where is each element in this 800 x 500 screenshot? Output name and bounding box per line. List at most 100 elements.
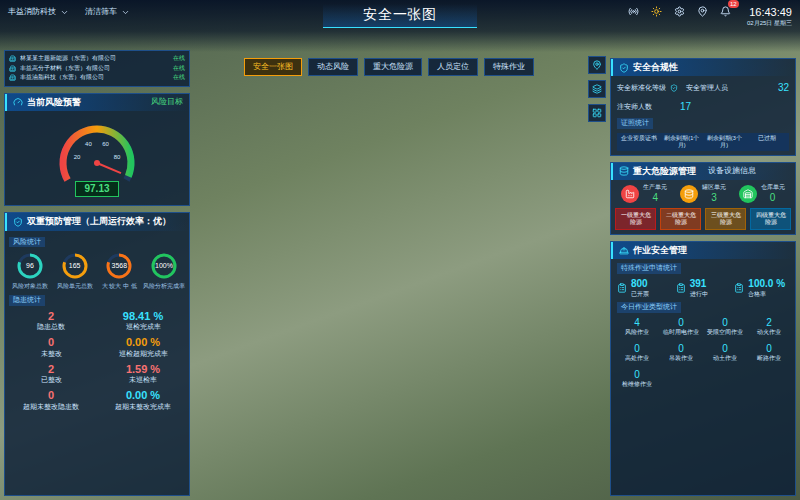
sun-icon[interactable] xyxy=(651,6,662,17)
summary-value: 800 xyxy=(631,278,649,291)
risk-warning-card: 当前风险预警风险目标2040608097.13 xyxy=(4,93,190,207)
chevron-down-icon xyxy=(121,8,130,17)
work-type[interactable]: 0受限空间作业 xyxy=(705,317,745,337)
risk-stat: 100%风险分析完成率 xyxy=(143,251,185,291)
tab[interactable]: 特殊作业 xyxy=(484,58,534,76)
risk-gauge: 2040608097.13 xyxy=(5,115,189,198)
hazard-label: 已整改 xyxy=(41,376,62,385)
building-icon xyxy=(9,65,16,72)
tool-button[interactable] xyxy=(588,80,606,98)
hazard-level-button[interactable]: 四级重大危险源 xyxy=(750,208,791,230)
chevron-down-icon xyxy=(60,8,69,17)
work-type[interactable]: 0吊装作业 xyxy=(661,343,701,363)
ring-label: 大 较大 中 低 xyxy=(102,283,137,291)
unit-stat[interactable]: 仓库单元0 xyxy=(739,184,785,204)
sub-title: 隐患统计 xyxy=(9,295,45,306)
company-row[interactable]: 丰益油脂科技（东营）有限公司在线 xyxy=(9,74,185,82)
building-icon xyxy=(9,55,16,62)
tab-bar: 安全一张图动态风险重大危险源人员定位特殊作业 xyxy=(244,58,534,76)
section-icon xyxy=(13,217,23,227)
company-row[interactable]: 林某某主题新能源（东营）有限公司在线 xyxy=(9,55,185,63)
unit-icon xyxy=(625,189,635,199)
work-type-value: 0 xyxy=(678,317,684,330)
ring-value: 96 xyxy=(15,251,45,281)
hazard-stat: 0.00 %超期未整改完成率 xyxy=(101,389,185,412)
work-type-label: 受限空间作业 xyxy=(707,329,743,337)
work-summary: 800已开票 xyxy=(617,278,672,298)
work-type[interactable]: 0检维修作业 xyxy=(617,369,657,389)
section-title: 双重预防管理（上周运行效率：优） xyxy=(27,216,171,227)
hazard-level-button[interactable]: 一级重大危险源 xyxy=(615,208,656,230)
unit-stat[interactable]: 罐区单元3 xyxy=(680,184,726,204)
unit-label: 仓库单元 xyxy=(761,184,785,192)
hazard-label: 超期未整改完成率 xyxy=(115,403,171,412)
hazard-level-button[interactable]: 二级重大危险源 xyxy=(660,208,701,230)
hazard-label: 未巡检率 xyxy=(129,376,157,385)
ring-value: 100% xyxy=(149,251,179,281)
tool-icon xyxy=(592,108,602,118)
section-subtitle[interactable]: 设备设施信息 xyxy=(708,166,756,176)
hazard-value: 2 xyxy=(48,363,54,377)
work-type[interactable]: 0高处作业 xyxy=(617,343,657,363)
section-title: 安全合规性 xyxy=(633,62,678,73)
sub-title: 证照统计 xyxy=(617,118,653,129)
work-type[interactable]: 0动土作业 xyxy=(705,343,745,363)
svg-text:20: 20 xyxy=(74,153,81,159)
staff-value: 17 xyxy=(680,99,691,114)
work-type-label: 风险作业 xyxy=(625,329,649,337)
bell-icon[interactable] xyxy=(720,6,731,17)
work-type[interactable]: 2动火作业 xyxy=(749,317,789,337)
unit-value: 4 xyxy=(653,192,659,205)
summary-label: 进行中 xyxy=(690,291,708,299)
tab[interactable]: 动态风险 xyxy=(308,58,358,76)
company-list: 林某某主题新能源（东营）有限公司在线丰益高分子材料（东营）有限公司在线丰益油脂科… xyxy=(4,50,190,87)
section-header: 重大危险源管理设备设施信息 xyxy=(611,163,795,180)
tab[interactable]: 人员定位 xyxy=(428,58,478,76)
clock-time: 16:43:49 xyxy=(749,6,792,20)
clipboard-icon xyxy=(676,283,686,293)
unit-stat[interactable]: 生产单元4 xyxy=(621,184,667,204)
map-pin-icon[interactable] xyxy=(697,6,708,17)
hazard-value: 2 xyxy=(48,310,54,324)
risk-stat: 165风险单元总数 xyxy=(54,251,96,291)
tool-button[interactable] xyxy=(588,104,606,122)
work-type-label: 检维修作业 xyxy=(622,381,652,389)
work-type-label: 高处作业 xyxy=(625,355,649,363)
gauge-value: 97.13 xyxy=(75,181,118,198)
sub-title: 风险统计 xyxy=(9,237,45,248)
top-bar: 丰益消防科技清洁筛车安全一张图1216:43:4902月25日 星期三 xyxy=(0,0,800,52)
work-type-value: 0 xyxy=(766,343,772,356)
hazard-label: 超期未整改隐患数 xyxy=(23,403,79,412)
gear-icon[interactable] xyxy=(674,6,685,17)
tool-button[interactable] xyxy=(588,56,606,74)
license-table-header: 企业资质证书剩余到期(1个月)剩余到期(3个月)已过期 xyxy=(617,133,789,151)
hazard-stat: 1.59 %未巡检率 xyxy=(101,363,185,386)
work-type[interactable]: 4风险作业 xyxy=(617,317,657,337)
workshop-select[interactable]: 清洁筛车 xyxy=(85,6,130,18)
work-type[interactable]: 0断路作业 xyxy=(749,343,789,363)
page-title: 安全一张图 xyxy=(323,4,477,28)
work-type[interactable]: 0临时用电作业 xyxy=(661,317,701,337)
work-type-label: 动土作业 xyxy=(713,355,737,363)
work-type-value: 2 xyxy=(766,317,772,330)
section-icon xyxy=(619,246,629,256)
license-column: 剩余到期(1个月) xyxy=(662,135,703,149)
tab[interactable]: 安全一张图 xyxy=(244,58,302,76)
work-type-label: 临时用电作业 xyxy=(663,329,699,337)
section-title: 作业安全管理 xyxy=(633,245,687,256)
summary-value: 391 xyxy=(690,278,708,291)
tab[interactable]: 重大危险源 xyxy=(364,58,422,76)
license-column: 已过期 xyxy=(747,135,788,149)
hazard-level-button[interactable]: 三级重大危险源 xyxy=(705,208,746,230)
hazard-value: 1.59 % xyxy=(126,363,160,377)
section-extra[interactable]: 风险目标 xyxy=(151,97,183,107)
company-select[interactable]: 丰益消防科技 xyxy=(8,6,69,18)
section-header: 双重预防管理（上周运行效率：优） xyxy=(5,213,189,230)
company-row[interactable]: 丰益高分子材料（东营）有限公司在线 xyxy=(9,65,185,73)
risk-stat: 96风险对象总数 xyxy=(9,251,51,291)
building-icon xyxy=(9,74,16,81)
shield-icon xyxy=(670,84,678,92)
hazard-value: 98.41 % xyxy=(123,310,163,324)
work-type-value: 0 xyxy=(634,343,640,356)
signal-icon[interactable] xyxy=(628,6,639,17)
